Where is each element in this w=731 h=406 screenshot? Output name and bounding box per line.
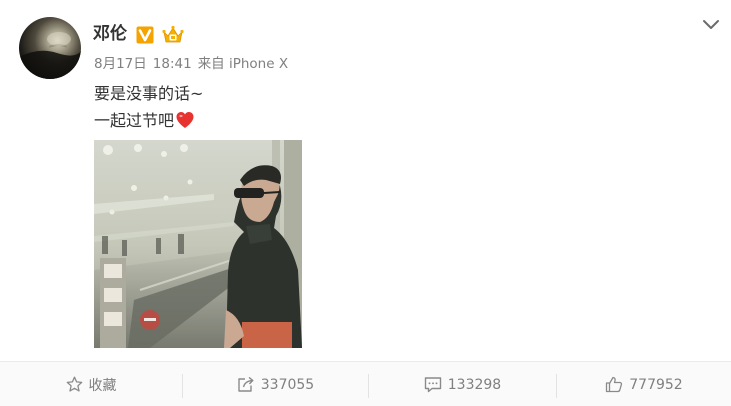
action-bar: 收藏 337055 133298 777952 xyxy=(0,361,731,406)
crown-member-icon[interactable] xyxy=(162,25,184,45)
star-icon xyxy=(66,376,82,392)
post-date[interactable]: 8月17日 xyxy=(94,56,147,72)
share-arrow-icon xyxy=(238,377,254,392)
favorite-button[interactable]: 收藏 xyxy=(0,362,182,406)
thumbs-up-icon xyxy=(606,376,623,393)
repost-button[interactable]: 337055 xyxy=(183,362,368,406)
avatar-image xyxy=(19,32,81,79)
post-text-line-1: 要是没事的话~ xyxy=(94,84,204,103)
post-time[interactable]: 18:41 xyxy=(153,56,192,72)
comment-count: 133298 xyxy=(447,376,502,393)
comment-button[interactable]: 133298 xyxy=(369,362,556,406)
username[interactable]: 邓伦 xyxy=(93,22,127,46)
comment-bubble-icon xyxy=(424,377,441,393)
weibo-post-card: 邓伦 8月17日 18:41 来自 iPhone X 要是没事的话~ 一起过节吧 xyxy=(0,0,731,406)
post-text-line-2: 一起过节吧 xyxy=(94,107,203,134)
like-count: 777952 xyxy=(629,376,683,393)
post-photo[interactable] xyxy=(94,140,302,348)
post-source: 来自 iPhone X xyxy=(197,56,289,72)
post-meta: 8月17日 18:41 来自 iPhone X xyxy=(94,55,288,73)
chevron-down-icon[interactable] xyxy=(700,13,722,35)
post-photo-image xyxy=(94,140,302,348)
favorite-label: 收藏 xyxy=(88,377,117,394)
avatar[interactable] xyxy=(19,17,81,79)
post-text: 要是没事的话~ 一起过节吧 xyxy=(94,80,203,134)
repost-count: 337055 xyxy=(260,376,315,393)
verified-v-icon xyxy=(136,26,154,44)
post-text-line-2-text: 一起过节吧 xyxy=(94,111,175,130)
red-heart-emoji xyxy=(176,112,194,128)
like-button[interactable]: 777952 xyxy=(557,362,731,406)
